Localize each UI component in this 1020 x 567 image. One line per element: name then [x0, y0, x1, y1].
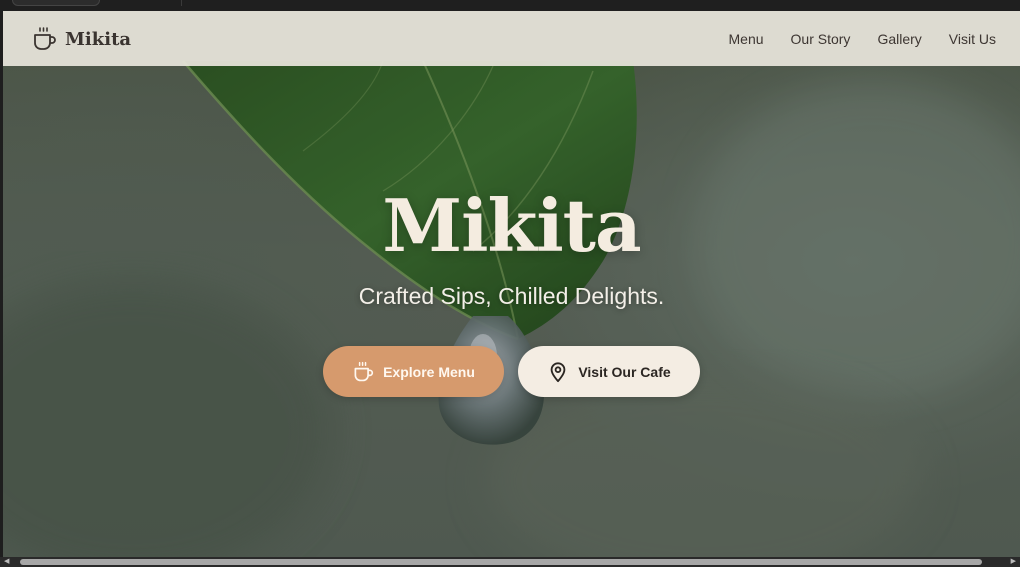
brand-name: Mikita — [65, 28, 132, 50]
horizontal-scrollbar[interactable]: ◀ ▶ — [0, 557, 1020, 567]
nav-links: Menu Our Story Gallery Visit Us — [702, 11, 997, 66]
hero-title: Mikita — [382, 183, 641, 268]
coffee-cup-icon — [354, 361, 374, 381]
scroll-right-arrow-icon[interactable]: ▶ — [1008, 558, 1016, 566]
explore-menu-label: Explore Menu — [383, 363, 475, 380]
browser-tab-divider — [122, 0, 182, 6]
nav-link-visit-us[interactable]: Visit Us — [949, 31, 996, 47]
map-pin-icon — [550, 361, 566, 382]
brand-logo[interactable]: Mikita — [31, 25, 131, 53]
visit-cafe-button[interactable]: Visit Our Cafe — [518, 346, 700, 397]
scrollbar-thumb[interactable] — [20, 559, 982, 565]
scroll-left-arrow-icon[interactable]: ◀ — [4, 558, 12, 566]
hero-subtitle: Crafted Sips, Chilled Delights. — [358, 283, 665, 309]
browser-tab[interactable] — [12, 0, 100, 6]
nav-link-menu[interactable]: Menu — [729, 31, 764, 47]
nav-link-gallery[interactable]: Gallery — [877, 31, 921, 47]
browser-top-bar — [0, 0, 1020, 11]
nav-link-our-story[interactable]: Our Story — [791, 31, 851, 47]
visit-cafe-label: Visit Our Cafe — [578, 363, 671, 380]
explore-menu-button[interactable]: Explore Menu — [323, 346, 504, 397]
site-navbar: Mikita Menu Our Story Gallery Visit Us — [3, 11, 1020, 66]
coffee-cup-icon — [34, 27, 56, 50]
page-viewport: Mikita Menu Our Story Gallery Visit Us M… — [3, 11, 1020, 557]
